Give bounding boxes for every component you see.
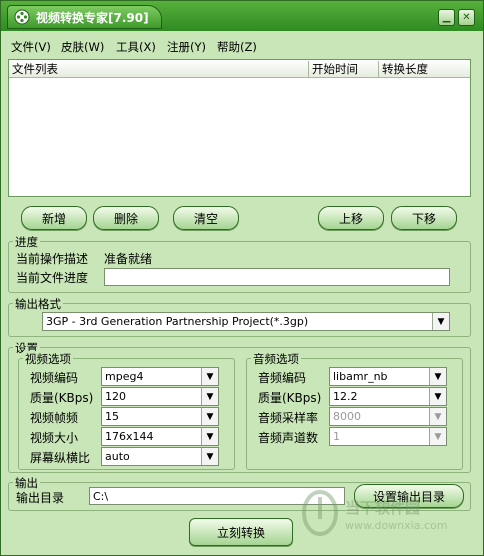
menu-bar: 文件(V) 皮肤(W) 工具(X) 注册(Y) 帮助(Z) — [1, 31, 483, 59]
watermark-url: www.downxia.com — [345, 519, 448, 532]
output-format-group: 输出格式 3GP - 3rd Generation Partnership Pr… — [8, 296, 471, 337]
watermark-logo-icon — [302, 490, 338, 536]
video-quality-value: 120 — [105, 390, 126, 403]
chevron-down-icon[interactable]: ▼ — [201, 428, 218, 445]
output-dir-value: C:\ — [93, 489, 109, 503]
audio-rate-value: 8000 — [333, 410, 361, 423]
audio-options-legend: 音频选项 — [251, 351, 301, 367]
chevron-down-icon[interactable]: ▼ — [429, 388, 446, 405]
app-window: 视频转换专家[7.90] ▁ ✕ 文件(V) 皮肤(W) 工具(X) 注册(Y)… — [0, 0, 484, 556]
clear-button[interactable]: 清空 — [173, 206, 239, 230]
progress-legend: 进度 — [13, 234, 40, 250]
chevron-down-icon[interactable]: ▼ — [432, 313, 449, 330]
audio-channels-select[interactable]: 1 ▼ — [329, 427, 447, 446]
watermark: 当下软件园 www.downxia.com — [297, 487, 477, 543]
video-codec-label: 视频编码 — [30, 371, 79, 385]
video-aspect-value: auto — [105, 450, 130, 463]
current-action-label: 当前操作描述 — [16, 252, 89, 266]
audio-channels-label: 音频声道数 — [258, 431, 319, 445]
watermark-text: 当下软件园 — [345, 499, 421, 517]
minimize-icon: ▁ — [442, 11, 451, 23]
audio-channels-value: 1 — [333, 430, 340, 443]
column-file-list[interactable]: 文件列表 — [9, 61, 309, 77]
menu-tools[interactable]: 工具(X) — [116, 39, 156, 55]
audio-rate-label: 音频采样率 — [258, 411, 319, 425]
video-fps-label: 视频帧频 — [30, 411, 79, 425]
chevron-down-icon[interactable]: ▼ — [201, 408, 218, 425]
chevron-down-icon[interactable]: ▼ — [201, 368, 218, 385]
video-size-select[interactable]: 176x144 ▼ — [101, 427, 219, 446]
convert-now-button[interactable]: 立刻转换 — [189, 518, 293, 546]
audio-quality-label: 质量(KBps) — [258, 391, 322, 405]
video-fps-value: 15 — [105, 410, 119, 423]
chevron-down-icon[interactable]: ▼ — [201, 448, 218, 465]
output-format-select[interactable]: 3GP - 3rd Generation Partnership Project… — [42, 312, 450, 331]
video-options-legend: 视频选项 — [23, 351, 73, 367]
output-dir-label: 输出目录 — [16, 491, 65, 505]
video-size-label: 视频大小 — [30, 431, 79, 445]
menu-file[interactable]: 文件(V) — [11, 39, 51, 55]
output-format-legend: 输出格式 — [13, 296, 63, 312]
audio-options-group: 音频选项 音频编码 libamr_nb ▼ 质量(KBps) 12.2 ▼ 音频… — [246, 351, 463, 470]
title-tab: 视频转换专家[7.90] — [7, 5, 162, 29]
menu-help[interactable]: 帮助(Z) — [217, 39, 257, 55]
title-bar[interactable]: 视频转换专家[7.90] ▁ ✕ — [1, 1, 483, 31]
delete-button[interactable]: 删除 — [93, 206, 159, 230]
move-down-button[interactable]: 下移 — [391, 206, 457, 230]
current-action-value: 准备就绪 — [104, 252, 153, 266]
video-aspect-select[interactable]: auto ▼ — [101, 447, 219, 466]
progress-group: 进度 当前操作描述 准备就绪 当前文件进度 — [8, 234, 471, 293]
file-progress-label: 当前文件进度 — [16, 271, 89, 285]
file-list[interactable]: 文件列表 开始时间 转换长度 — [8, 59, 471, 197]
video-quality-select[interactable]: 120 ▼ — [101, 387, 219, 406]
audio-codec-select[interactable]: libamr_nb ▼ — [329, 367, 447, 386]
menu-register[interactable]: 注册(Y) — [167, 39, 206, 55]
file-list-header: 文件列表 开始时间 转换长度 — [9, 60, 470, 78]
audio-codec-label: 音频编码 — [258, 371, 307, 385]
audio-quality-select[interactable]: 12.2 ▼ — [329, 387, 447, 406]
window-title: 视频转换专家[7.90] — [36, 10, 149, 25]
column-start-time[interactable]: 开始时间 — [309, 61, 379, 77]
file-progress-bar — [104, 268, 450, 286]
chevron-down-icon[interactable]: ▼ — [429, 428, 446, 445]
column-convert-length[interactable]: 转换长度 — [379, 61, 470, 77]
minimize-button[interactable]: ▁ — [438, 9, 455, 26]
video-options-group: 视频选项 视频编码 mpeg4 ▼ 质量(KBps) 120 ▼ 视频帧频 15… — [18, 351, 235, 470]
close-icon: ✕ — [462, 11, 471, 23]
chevron-down-icon[interactable]: ▼ — [429, 368, 446, 385]
chevron-down-icon[interactable]: ▼ — [201, 388, 218, 405]
settings-group: 设置 视频选项 视频编码 mpeg4 ▼ 质量(KBps) 120 ▼ 视频帧频… — [8, 340, 471, 473]
close-button[interactable]: ✕ — [458, 9, 475, 26]
video-aspect-label: 屏幕纵横比 — [30, 451, 91, 465]
add-button[interactable]: 新增 — [21, 206, 87, 230]
video-quality-label: 质量(KBps) — [30, 391, 94, 405]
video-codec-value: mpeg4 — [105, 370, 144, 383]
chevron-down-icon[interactable]: ▼ — [429, 408, 446, 425]
menu-skin[interactable]: 皮肤(W) — [61, 39, 104, 55]
output-format-value: 3GP - 3rd Generation Partnership Project… — [46, 315, 309, 328]
audio-codec-value: libamr_nb — [333, 370, 388, 383]
film-reel-icon — [14, 9, 30, 25]
video-size-value: 176x144 — [105, 430, 154, 443]
video-codec-select[interactable]: mpeg4 ▼ — [101, 367, 219, 386]
move-up-button[interactable]: 上移 — [318, 206, 384, 230]
video-fps-select[interactable]: 15 ▼ — [101, 407, 219, 426]
audio-quality-value: 12.2 — [333, 390, 358, 403]
audio-rate-select[interactable]: 8000 ▼ — [329, 407, 447, 426]
